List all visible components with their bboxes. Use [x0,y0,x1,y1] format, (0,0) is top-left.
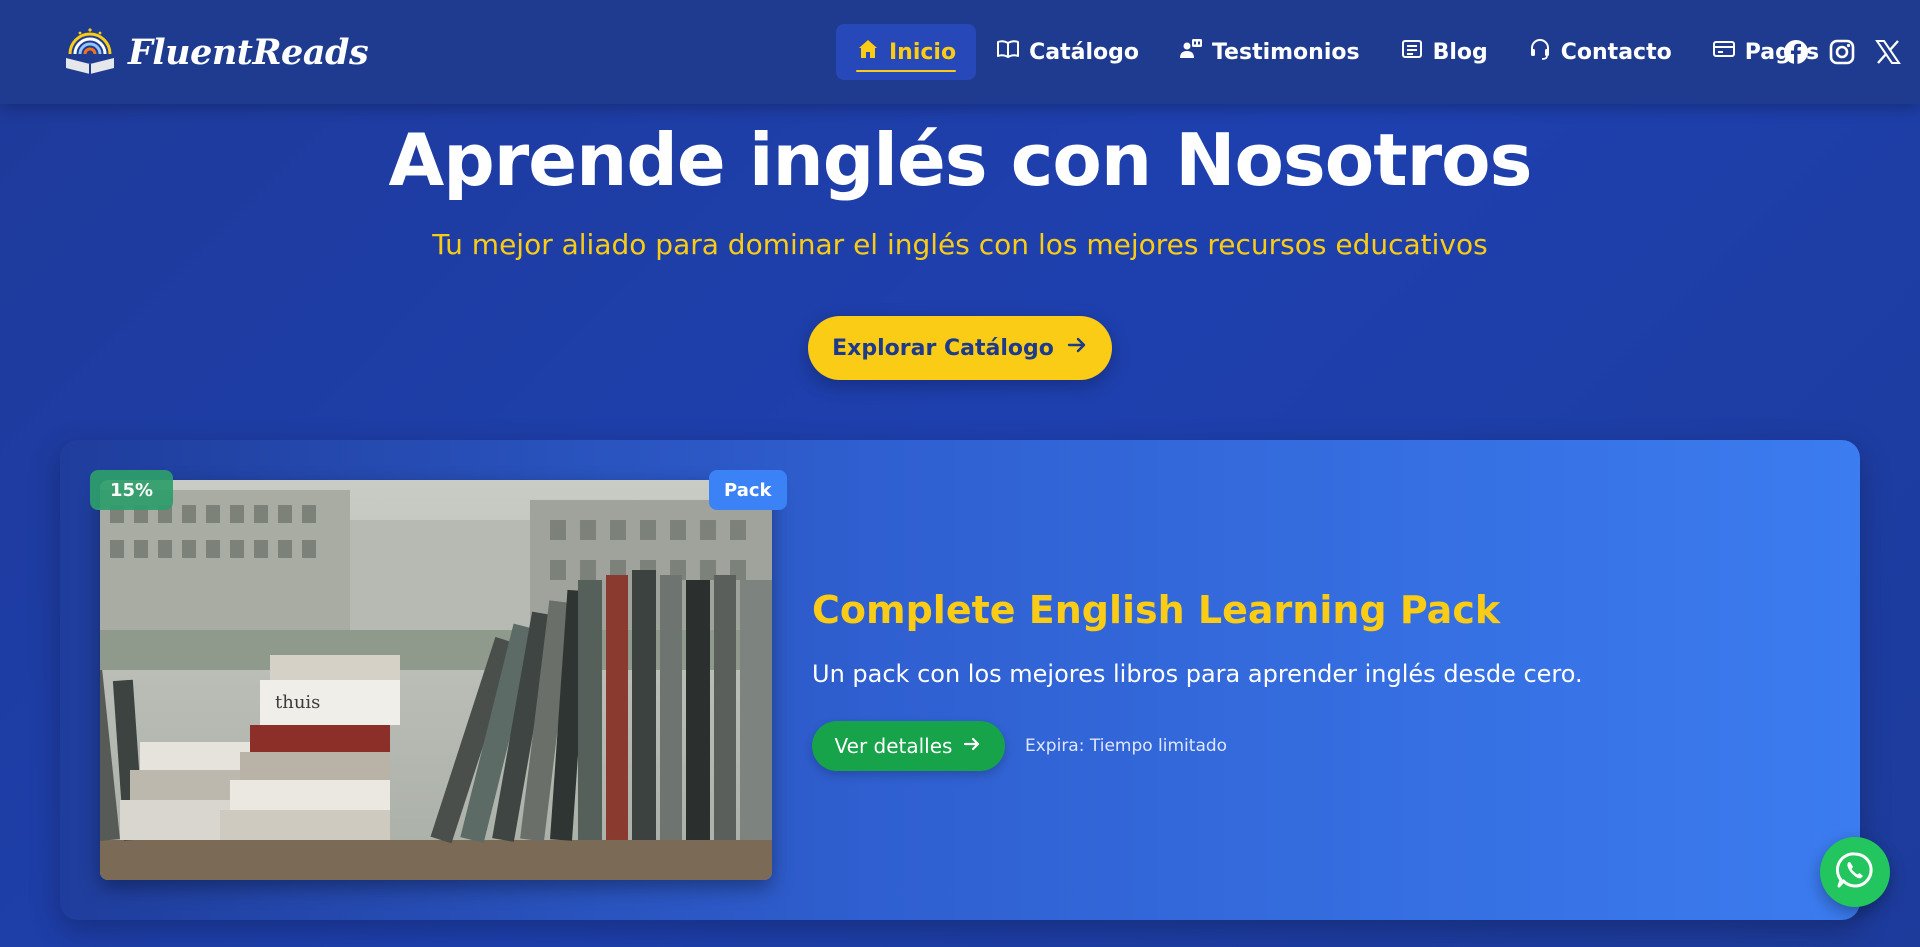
home-icon [856,37,880,67]
credit-card-icon [1712,37,1736,67]
site-header: FluentReads Inicio Catálogo Testimonios … [0,0,1920,104]
cta-label: Explorar Catálogo [832,335,1054,361]
promo-title: Complete English Learning Pack [812,588,1501,632]
arrow-right-icon [1066,334,1088,362]
x-icon[interactable] [1874,38,1902,66]
discount-badge: 15% [90,470,174,510]
nav-item-inicio[interactable]: Inicio [836,24,977,80]
nav-item-testimonios[interactable]: Testimonios [1159,24,1380,80]
whatsapp-button[interactable] [1820,837,1890,907]
nav-item-label: Inicio [889,39,957,65]
nav-item-label: Catálogo [1029,39,1139,65]
book-open-icon [996,37,1020,67]
user-quote-icon [1179,37,1203,67]
arrow-right-icon [962,734,982,759]
brand-name: FluentReads [128,31,369,73]
hero-title: Aprende inglés con Nosotros [388,118,1533,202]
nav-item-label: Contacto [1560,39,1672,65]
news-icon [1400,37,1424,67]
promo-description: Un pack con los mejores libros para apre… [812,660,1583,688]
headset-icon [1528,37,1552,67]
facebook-icon[interactable] [1782,38,1810,66]
expiry-text: Expira: Tiempo limitado [1025,736,1228,756]
nav-item-catalogo[interactable]: Catálogo [976,24,1159,80]
book-spine-text: thuis [275,692,320,713]
hero-subtitle: Tu mejor aliado para dominar el inglés c… [432,228,1488,261]
whatsapp-icon [1835,850,1875,894]
pack-badge: Pack [709,470,787,510]
view-details-button[interactable]: Ver detalles [812,721,1005,771]
promo-image: thuis [100,480,772,880]
brand-logo[interactable]: FluentReads [62,24,369,80]
instagram-icon[interactable] [1828,38,1856,66]
details-label: Ver detalles [834,734,953,758]
nav-item-contacto[interactable]: Contacto [1508,24,1692,80]
nav-item-label: Testimonios [1211,39,1360,65]
nav-item-blog[interactable]: Blog [1380,24,1508,80]
nav-item-label: Blog [1432,39,1488,65]
explore-catalog-button[interactable]: Explorar Catálogo [808,316,1112,380]
promo-card: thuis 15% Pack Complete English Learning… [60,440,1860,920]
main-nav: Inicio Catálogo Testimonios Blog Contact… [836,24,1839,80]
book-rainbow-icon [62,24,118,80]
social-links [1782,36,1902,68]
